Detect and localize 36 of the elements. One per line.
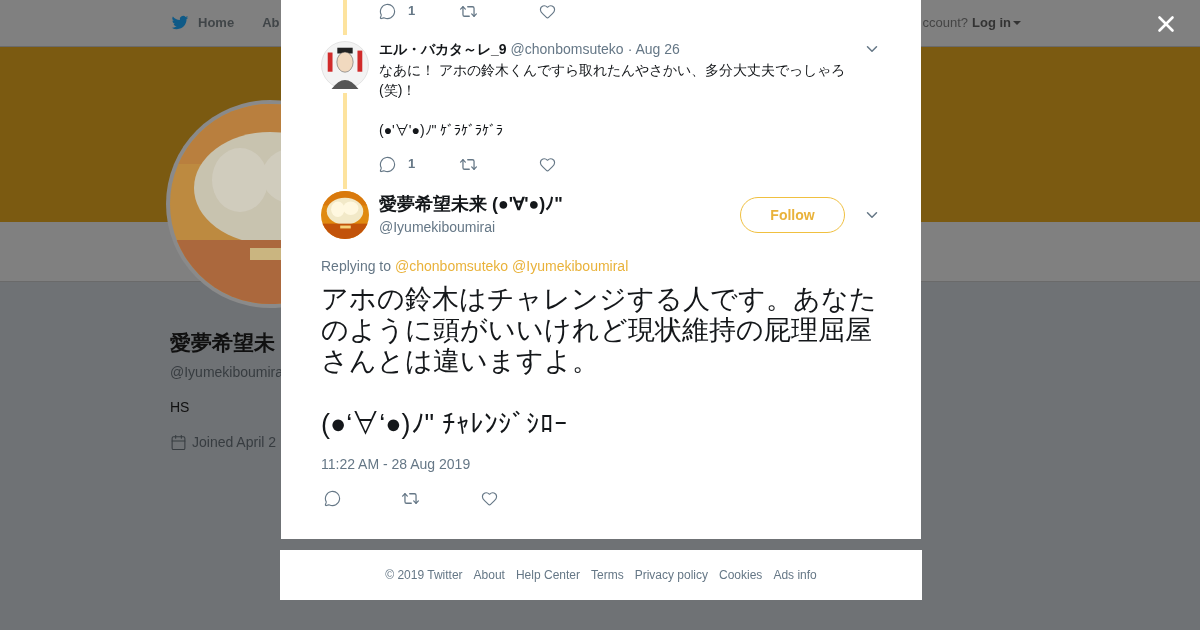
reply-icon[interactable] [379,155,396,173]
footer-link[interactable]: Privacy policy [634,566,708,584]
author-handle[interactable]: @chonbomsuteko [510,40,624,58]
reply-count: 1 [408,2,416,21]
login-link[interactable]: Log in [972,13,1021,33]
account-prompt: ccount? [922,14,968,33]
like-icon[interactable] [481,490,498,507]
profile-name: 愛夢希望未 [170,330,275,356]
replying-to-label: Replying to [321,257,392,276]
profile-bio: HS [170,397,190,417]
footer-link[interactable]: Cookies [719,566,763,584]
calendar-icon [170,433,187,451]
author-handle[interactable]: @Iyumekiboumirai [379,216,563,238]
reply-icon[interactable] [324,490,341,507]
tweet-text: アホの鈴木はチャレンジする人です。あなたのように頭がいいけれど現状維持の屁理屈屋さんとは違いますよ。 [321,284,878,377]
nav-link[interactable]: Home [170,13,235,33]
joined-date: Joined April 2 [192,432,277,452]
footer-link[interactable]: Terms [591,566,624,584]
tweet-text: (●'∀'●)ﾉ" ｹﾞﾗｹﾞﾗｹﾞﾗ [379,121,505,140]
footer-link[interactable]: Help Center [515,566,580,584]
profile-handle: @Iyumekiboumira [170,362,284,382]
tweet-text: (●‘∀‘●)ﾉ" ﾁｬﾚﾝｼﾞｼﾛｰ [321,409,569,440]
tweet-timestamp: 11:22 AM - 28 Aug 2019 [321,455,472,474]
reply-count: 1 [408,155,416,174]
bird-icon [170,14,190,32]
author-name[interactable]: エル・バカタ～レ_9 [379,40,507,58]
footer-link[interactable]: Ads info [773,566,817,584]
author-name[interactable]: 愛夢希望未来 (●'∀'●)ﾉ" [379,192,563,215]
reply-icon[interactable] [379,2,396,20]
tweet-text: なあに！ アホの鈴木くんですら取れたんやさかい、多分大丈夫でっしゃろ(笑)！ [379,61,846,100]
copyright-text: © 2019 Twitter [385,567,463,584]
footer-link[interactable]: About [473,566,505,584]
nav-link[interactable]: Ab [262,13,280,33]
like-icon[interactable] [539,2,556,20]
tweet-date[interactable]: · Aug 26 [627,40,680,58]
like-icon[interactable] [539,155,556,173]
